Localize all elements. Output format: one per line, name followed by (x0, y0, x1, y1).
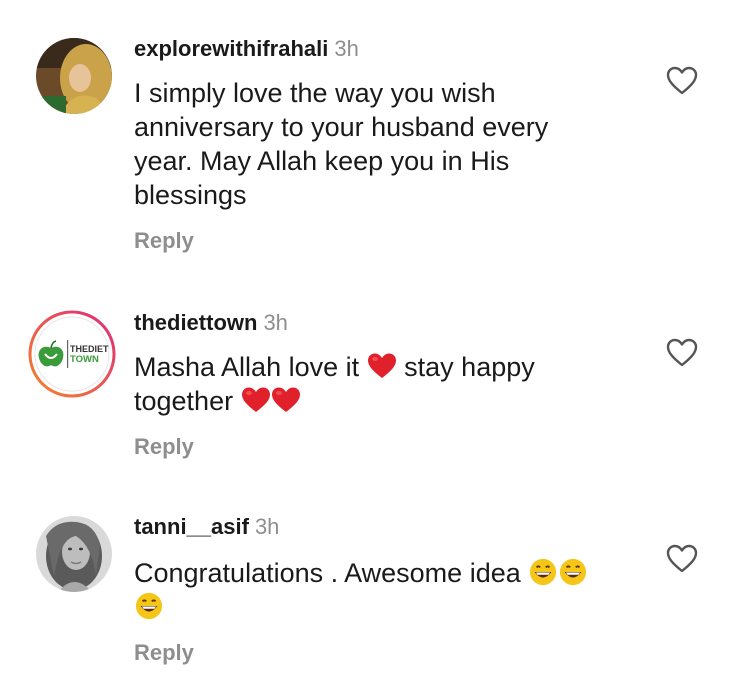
red-heart-emoji-icon (241, 386, 271, 414)
thediettown-logo-icon: THEDIET TOWN (28, 310, 116, 398)
timestamp: 3h (334, 36, 359, 61)
reply-button[interactable]: Reply (134, 434, 194, 460)
avatar[interactable] (36, 516, 112, 592)
comment-2: THEDIET TOWN thediettown 3h Masha Allah l… (0, 270, 740, 490)
red-heart-emoji-icon (271, 386, 301, 414)
woman-portrait-avatar-icon (36, 516, 112, 592)
reply-button[interactable]: Reply (134, 640, 194, 666)
timestamp: 3h (254, 514, 280, 539)
reply-button[interactable]: Reply (134, 228, 194, 254)
comment-header: tanni__asif 3h (134, 514, 279, 540)
like-button[interactable] (666, 338, 698, 368)
logo-text-top: THEDIET (70, 344, 109, 354)
heart-outline-icon (666, 66, 698, 95)
comment-text: Masha Allah love it stay happy together (134, 350, 604, 418)
grinning-face-emoji-icon (134, 592, 164, 620)
logo-text-bottom: TOWN (70, 354, 99, 365)
grinning-face-emoji-icon (528, 558, 558, 586)
comment-text-part-1: Congratulations . Awesome idea (134, 558, 521, 588)
comment-header: thediettown 3h (134, 310, 288, 336)
comment-3: tanni__asif 3h Congratulations . Awesome … (0, 490, 740, 676)
like-button[interactable] (666, 66, 698, 96)
username[interactable]: explorewithifrahali (134, 36, 328, 61)
comment-text: I simply love the way you wish anniversa… (134, 78, 549, 210)
comment-text: Congratulations . Awesome idea (134, 556, 604, 624)
avatar[interactable]: THEDIET TOWN (28, 310, 116, 398)
heart-outline-icon (666, 544, 698, 573)
avatar[interactable] (36, 38, 112, 114)
like-button[interactable] (666, 544, 698, 574)
red-heart-emoji-icon (367, 352, 397, 380)
comment-header: explorewithifrahali 3h (134, 36, 359, 62)
heart-outline-icon (666, 338, 698, 367)
comment-1: explorewithifrahali 3h I simply love the … (0, 0, 740, 270)
username[interactable]: thediettown (134, 310, 257, 335)
timestamp: 3h (263, 310, 288, 335)
woman-hijab-avatar-icon (36, 38, 112, 114)
comment-text-part-1: Masha Allah love it (134, 352, 360, 382)
grinning-face-emoji-icon (558, 558, 588, 586)
username[interactable]: tanni__asif (134, 514, 249, 539)
